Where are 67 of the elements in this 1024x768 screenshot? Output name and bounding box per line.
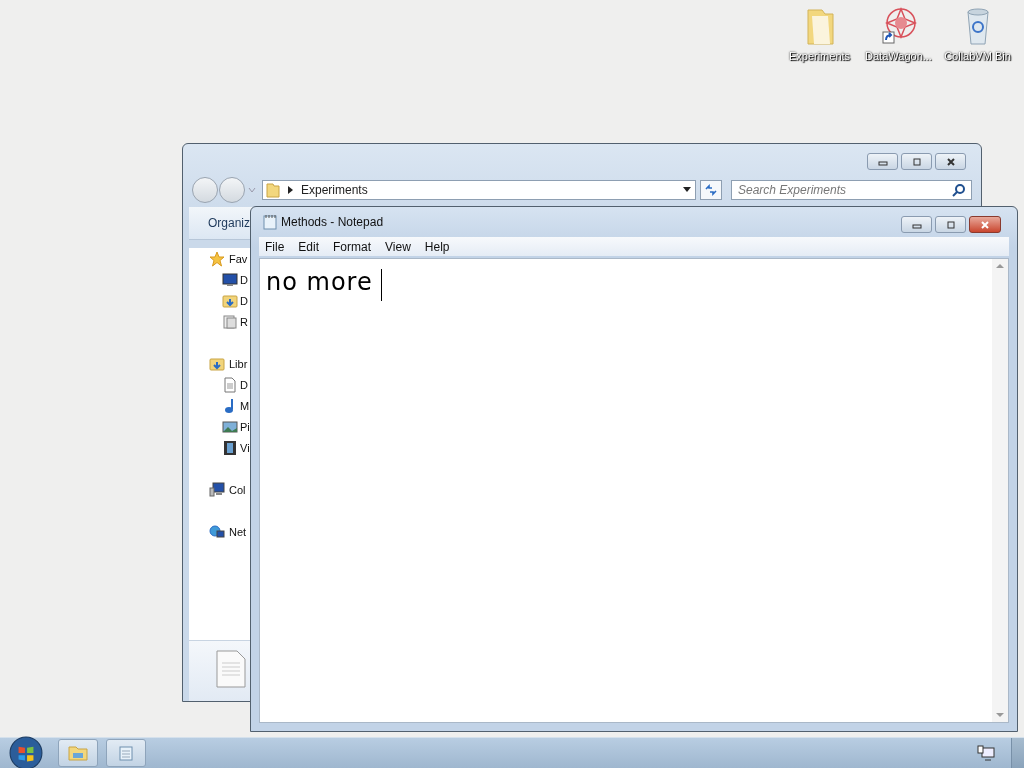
desktop-shortcut[interactable]: CollabVM Bin bbox=[938, 4, 1017, 62]
text-cursor bbox=[380, 269, 382, 301]
nav-item[interactable]: Fav bbox=[189, 248, 248, 269]
picture-icon bbox=[222, 418, 238, 435]
desktop-shortcut[interactable]: Experiments bbox=[780, 4, 859, 62]
start-button[interactable] bbox=[9, 736, 43, 768]
back-button[interactable] bbox=[192, 177, 218, 203]
document-icon bbox=[215, 649, 247, 689]
taskbar-button[interactable] bbox=[58, 739, 98, 767]
close-button[interactable] bbox=[935, 153, 966, 170]
menu-item[interactable]: File bbox=[259, 239, 291, 254]
close-button[interactable] bbox=[969, 216, 1001, 233]
history-dropdown-icon[interactable] bbox=[248, 187, 256, 193]
caret-icon[interactable] bbox=[683, 187, 691, 193]
toolbar-button[interactable]: Organiz bbox=[189, 216, 251, 230]
maximize-icon bbox=[944, 220, 957, 229]
close-icon bbox=[979, 220, 991, 229]
text-area[interactable]: no more bbox=[259, 258, 1009, 723]
breadcrumb-arrow-icon bbox=[287, 186, 293, 194]
menu-item[interactable]: Format bbox=[327, 239, 378, 254]
search-icon bbox=[952, 183, 966, 197]
nav-item[interactable]: M bbox=[189, 395, 250, 416]
maximize-icon bbox=[910, 157, 923, 166]
refresh-button[interactable] bbox=[700, 180, 722, 200]
monitor-icon bbox=[222, 271, 238, 288]
menu-item[interactable]: View bbox=[379, 239, 417, 254]
nav-item[interactable]: Vi bbox=[189, 437, 250, 458]
minimize-button[interactable] bbox=[901, 216, 932, 233]
scrollbar[interactable] bbox=[992, 259, 1008, 722]
folder-icon bbox=[68, 745, 88, 761]
notepad-icon bbox=[263, 214, 277, 230]
nav-item[interactable]: R bbox=[189, 311, 248, 332]
show-desktop-button[interactable] bbox=[1011, 738, 1024, 768]
nav-item[interactable]: D bbox=[189, 269, 248, 290]
nav-item[interactable]: Col bbox=[189, 479, 246, 500]
address-bar[interactable]: Experiments bbox=[262, 180, 696, 200]
desktop-shortcut[interactable]: DataWagon... bbox=[859, 4, 938, 62]
window-title: Methods - Notepad bbox=[281, 215, 384, 229]
scroll-up-icon[interactable] bbox=[996, 263, 1004, 269]
minimize-button[interactable] bbox=[867, 153, 898, 170]
nav-item[interactable]: D bbox=[189, 290, 248, 311]
scroll-down-icon[interactable] bbox=[996, 712, 1004, 718]
documents-icon bbox=[222, 313, 238, 330]
nav-item[interactable]: Net bbox=[189, 521, 247, 542]
folder-icon bbox=[265, 182, 281, 198]
computer-icon bbox=[209, 481, 225, 498]
document-text: no more bbox=[266, 267, 373, 297]
search-field[interactable]: Search Experiments bbox=[731, 180, 972, 200]
breadcrumb-item[interactable]: Experiments bbox=[301, 183, 683, 197]
forward-button[interactable] bbox=[219, 177, 245, 203]
nav-item[interactable]: D bbox=[189, 374, 248, 395]
folder-icon bbox=[222, 292, 238, 309]
maximize-button[interactable] bbox=[935, 216, 966, 233]
menu-item[interactable]: Edit bbox=[292, 239, 326, 254]
nav-item[interactable]: Libr bbox=[189, 353, 248, 374]
document-icon bbox=[222, 376, 238, 393]
nav-item[interactable]: Pi bbox=[189, 416, 250, 437]
taskbar-button[interactable] bbox=[106, 739, 146, 767]
film-icon bbox=[222, 439, 238, 456]
globe-icon bbox=[209, 523, 225, 540]
close-icon bbox=[944, 157, 957, 166]
star-icon bbox=[209, 250, 225, 267]
menu-item[interactable]: Help bbox=[418, 239, 456, 254]
folder-icon bbox=[209, 355, 225, 372]
notepad-icon bbox=[116, 745, 136, 761]
network-icon[interactable] bbox=[977, 745, 995, 761]
refresh-arrows-icon bbox=[704, 184, 718, 196]
